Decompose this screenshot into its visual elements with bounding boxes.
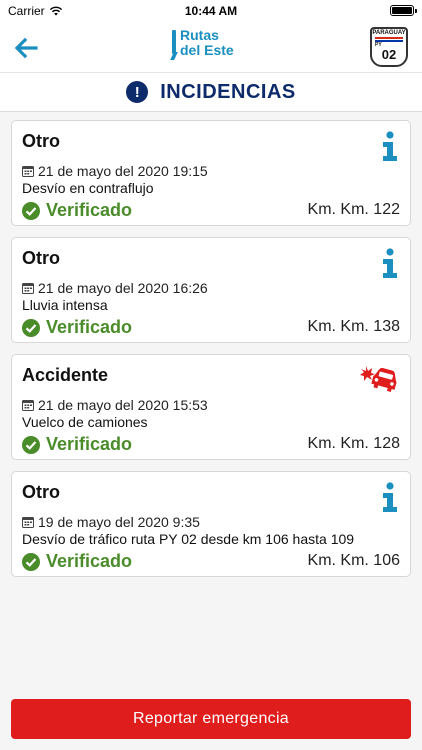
incident-km: Km. Km. 138 (307, 318, 400, 335)
check-circle-icon (22, 318, 40, 337)
report-emergency-button[interactable]: Reportar emergencia (11, 699, 411, 739)
route-plate-badge: PARAGUAY PY 02 (370, 27, 408, 67)
logo-mark-icon (172, 30, 176, 54)
status-label: Verificado (46, 434, 133, 454)
incident-km: Km. Km. 106 (307, 552, 400, 569)
status-label: Verificado (46, 317, 133, 337)
incident-date-row: 19 de mayo del 2020 9:35 (22, 514, 200, 530)
check-circle-icon (22, 435, 40, 454)
incident-description: Lluvia intensa (22, 297, 108, 313)
incident-type: Otro (22, 131, 60, 151)
incident-date: 21 de mayo del 2020 19:15 (38, 163, 208, 179)
calendar-icon (22, 166, 34, 177)
logo-line-1: Rutas (180, 27, 219, 43)
calendar-icon (22, 517, 34, 528)
status-bar: Carrier 10:44 AM (0, 0, 422, 22)
incident-card[interactable]: Otro 21 de mayo del 2020 19:15 Desvío en… (11, 120, 411, 226)
plate-number: 02 (381, 47, 397, 62)
incident-status: Verificado (22, 434, 132, 455)
info-icon (383, 131, 397, 161)
logo-line-2: del Este (180, 42, 234, 58)
incident-status: Verificado (22, 317, 132, 338)
incident-status: Verificado (22, 200, 132, 221)
incident-description: Vuelco de camiones (22, 414, 148, 430)
status-label: Verificado (46, 200, 133, 220)
incident-km: Km. Km. 128 (307, 435, 400, 452)
exclamation-circle-icon: ! (126, 81, 149, 103)
incident-date: 19 de mayo del 2020 9:35 (38, 514, 200, 530)
incident-date-row: 21 de mayo del 2020 19:15 (22, 163, 208, 179)
back-arrow-icon[interactable] (12, 34, 40, 62)
incident-card[interactable]: Otro 21 de mayo del 2020 16:26 Lluvia in… (11, 237, 411, 343)
incident-card[interactable]: Otro 19 de mayo del 2020 9:35 Desvío de … (11, 471, 411, 577)
app-header: Rutas del Este PARAGUAY PY 02 (0, 22, 422, 72)
incident-date-row: 21 de mayo del 2020 16:26 (22, 280, 208, 296)
calendar-icon (22, 400, 34, 411)
info-icon (383, 248, 397, 278)
incident-km: Km. Km. 122 (307, 201, 400, 218)
clock: 10:44 AM (184, 4, 238, 18)
car-crash-icon (360, 366, 397, 392)
incident-date: 21 de mayo del 2020 15:53 (38, 397, 208, 413)
rutas-del-este-logo: Rutas del Este (172, 28, 234, 66)
check-circle-icon (22, 552, 40, 571)
plate-code: PY (375, 42, 382, 48)
incident-status: Verificado (22, 551, 132, 572)
section-header: ! INCIDENCIAS (0, 72, 422, 112)
page-title: INCIDENCIAS (160, 80, 296, 103)
incident-date-row: 21 de mayo del 2020 15:53 (22, 397, 208, 413)
incident-description: Desvío en contraflujo (22, 180, 154, 196)
incident-card[interactable]: Accidente 21 de mayo del 2020 15:53 Vuel… (11, 354, 411, 460)
incident-description: Desvío de tráfico ruta PY 02 desde km 10… (22, 531, 355, 547)
incident-type: Accidente (22, 365, 109, 385)
status-label: Verificado (46, 551, 133, 571)
incident-type: Otro (22, 248, 60, 268)
check-circle-icon (22, 201, 40, 220)
calendar-icon (22, 283, 34, 294)
incident-type: Otro (22, 482, 60, 502)
plate-country: PARAGUAY (372, 30, 406, 36)
battery-icon (390, 5, 417, 16)
incident-date: 21 de mayo del 2020 16:26 (38, 280, 208, 296)
info-icon (383, 482, 397, 512)
